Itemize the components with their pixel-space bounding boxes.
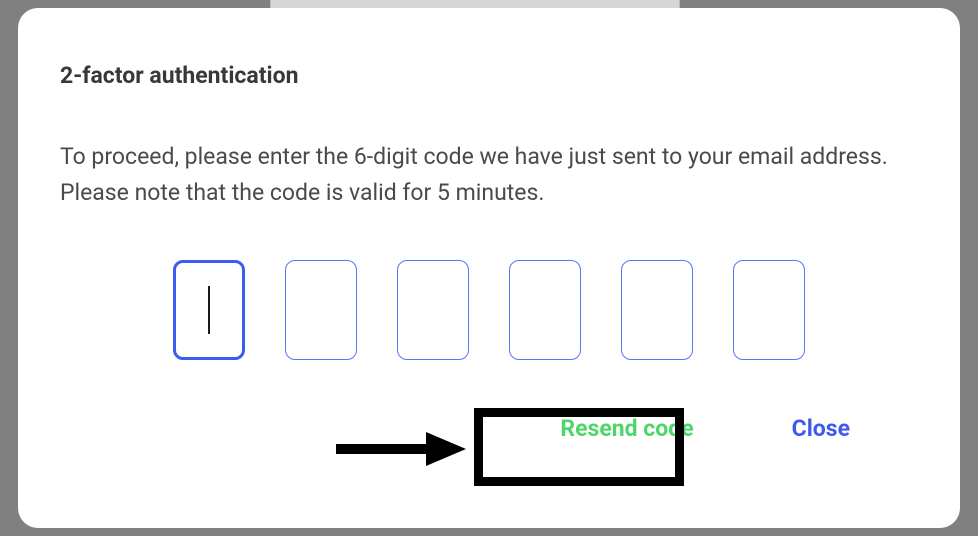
modal-description: To proceed, please enter the 6-digit cod… — [60, 139, 918, 210]
code-digit-3[interactable] — [397, 260, 469, 360]
modal-title: 2-factor authentication — [60, 62, 918, 89]
code-digit-5[interactable] — [621, 260, 693, 360]
code-digit-4[interactable] — [509, 260, 581, 360]
code-digit-2[interactable] — [285, 260, 357, 360]
modal-actions: Resend code Close — [60, 415, 918, 442]
code-input-group — [60, 260, 918, 360]
code-digit-6[interactable] — [733, 260, 805, 360]
resend-code-button[interactable]: Resend code — [560, 415, 693, 442]
two-factor-auth-modal: 2-factor authentication To proceed, plea… — [18, 8, 960, 528]
text-caret — [208, 286, 210, 334]
close-button[interactable]: Close — [792, 415, 850, 442]
